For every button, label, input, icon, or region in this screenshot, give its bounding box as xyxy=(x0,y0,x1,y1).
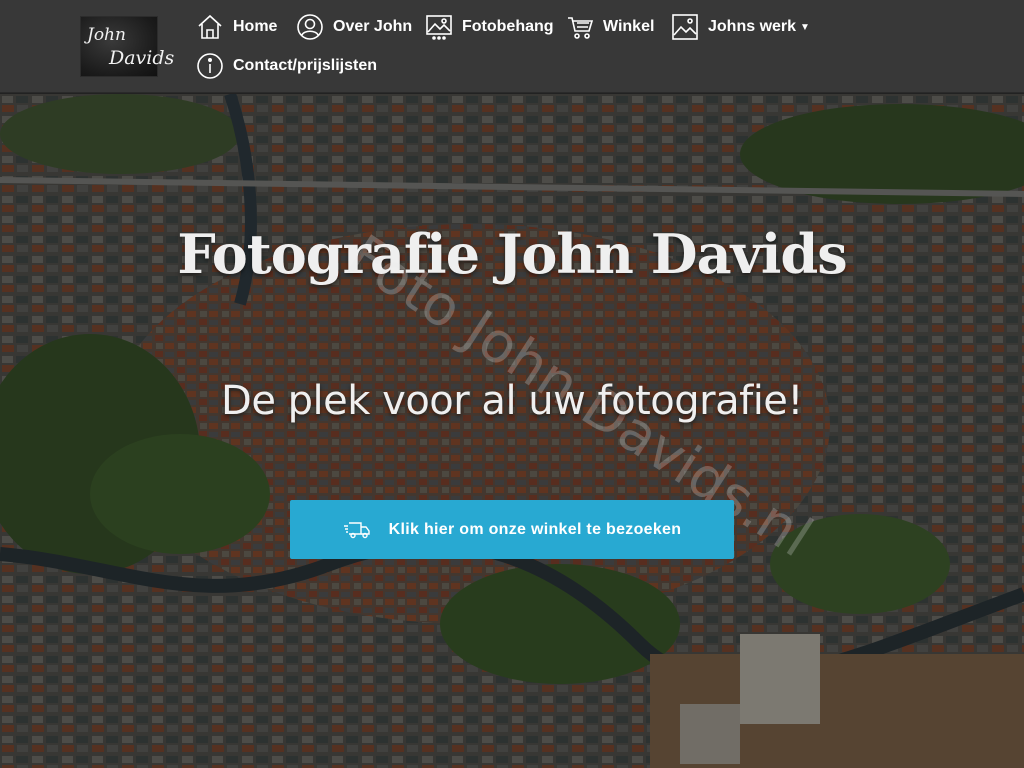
hero-section: Fotografie John Davids Foto John Davids.… xyxy=(0,94,1024,768)
cart-icon xyxy=(566,13,594,41)
site-header: John Davids Home Over John Fotobehang Wi… xyxy=(0,0,1024,93)
nav-home[interactable]: Home xyxy=(196,12,277,42)
nav-fotobehang-label: Fotobehang xyxy=(462,18,554,35)
hero-overlay xyxy=(0,94,1024,768)
site-logo[interactable]: John Davids xyxy=(80,16,174,77)
hero-title: Fotografie John Davids xyxy=(177,222,847,286)
logo-line-1: John xyxy=(87,25,126,45)
nav-winkel[interactable]: Winkel xyxy=(566,12,654,42)
visit-shop-button-label: Klik hier om onze winkel te bezoeken xyxy=(388,520,682,538)
logo-line-2: Davids xyxy=(109,47,175,69)
nav-home-label: Home xyxy=(233,18,278,35)
nav-contact[interactable]: Contact/prijslijsten xyxy=(196,51,377,81)
delivery-truck-icon xyxy=(343,520,371,540)
nav-fotobehang[interactable]: Fotobehang xyxy=(425,12,554,42)
user-icon xyxy=(296,13,324,41)
home-icon xyxy=(196,13,224,41)
image-icon xyxy=(425,13,453,41)
nav-winkel-label: Winkel xyxy=(603,18,655,35)
hero-subtitle: De plek voor al uw fotografie! xyxy=(221,378,803,424)
visit-shop-button[interactable]: Klik hier om onze winkel te bezoeken xyxy=(290,500,734,559)
nav-contact-label: Contact/prijslijsten xyxy=(233,57,378,74)
nav-over-john[interactable]: Over John xyxy=(296,12,412,42)
info-icon xyxy=(196,52,224,80)
nav-johns-werk[interactable]: Johns werk ▼ xyxy=(671,12,810,42)
picture-icon xyxy=(671,13,699,41)
nav-johns-werk-label: Johns werk xyxy=(708,18,797,35)
chevron-down-icon: ▼ xyxy=(800,21,810,33)
nav-over-john-label: Over John xyxy=(333,18,413,35)
